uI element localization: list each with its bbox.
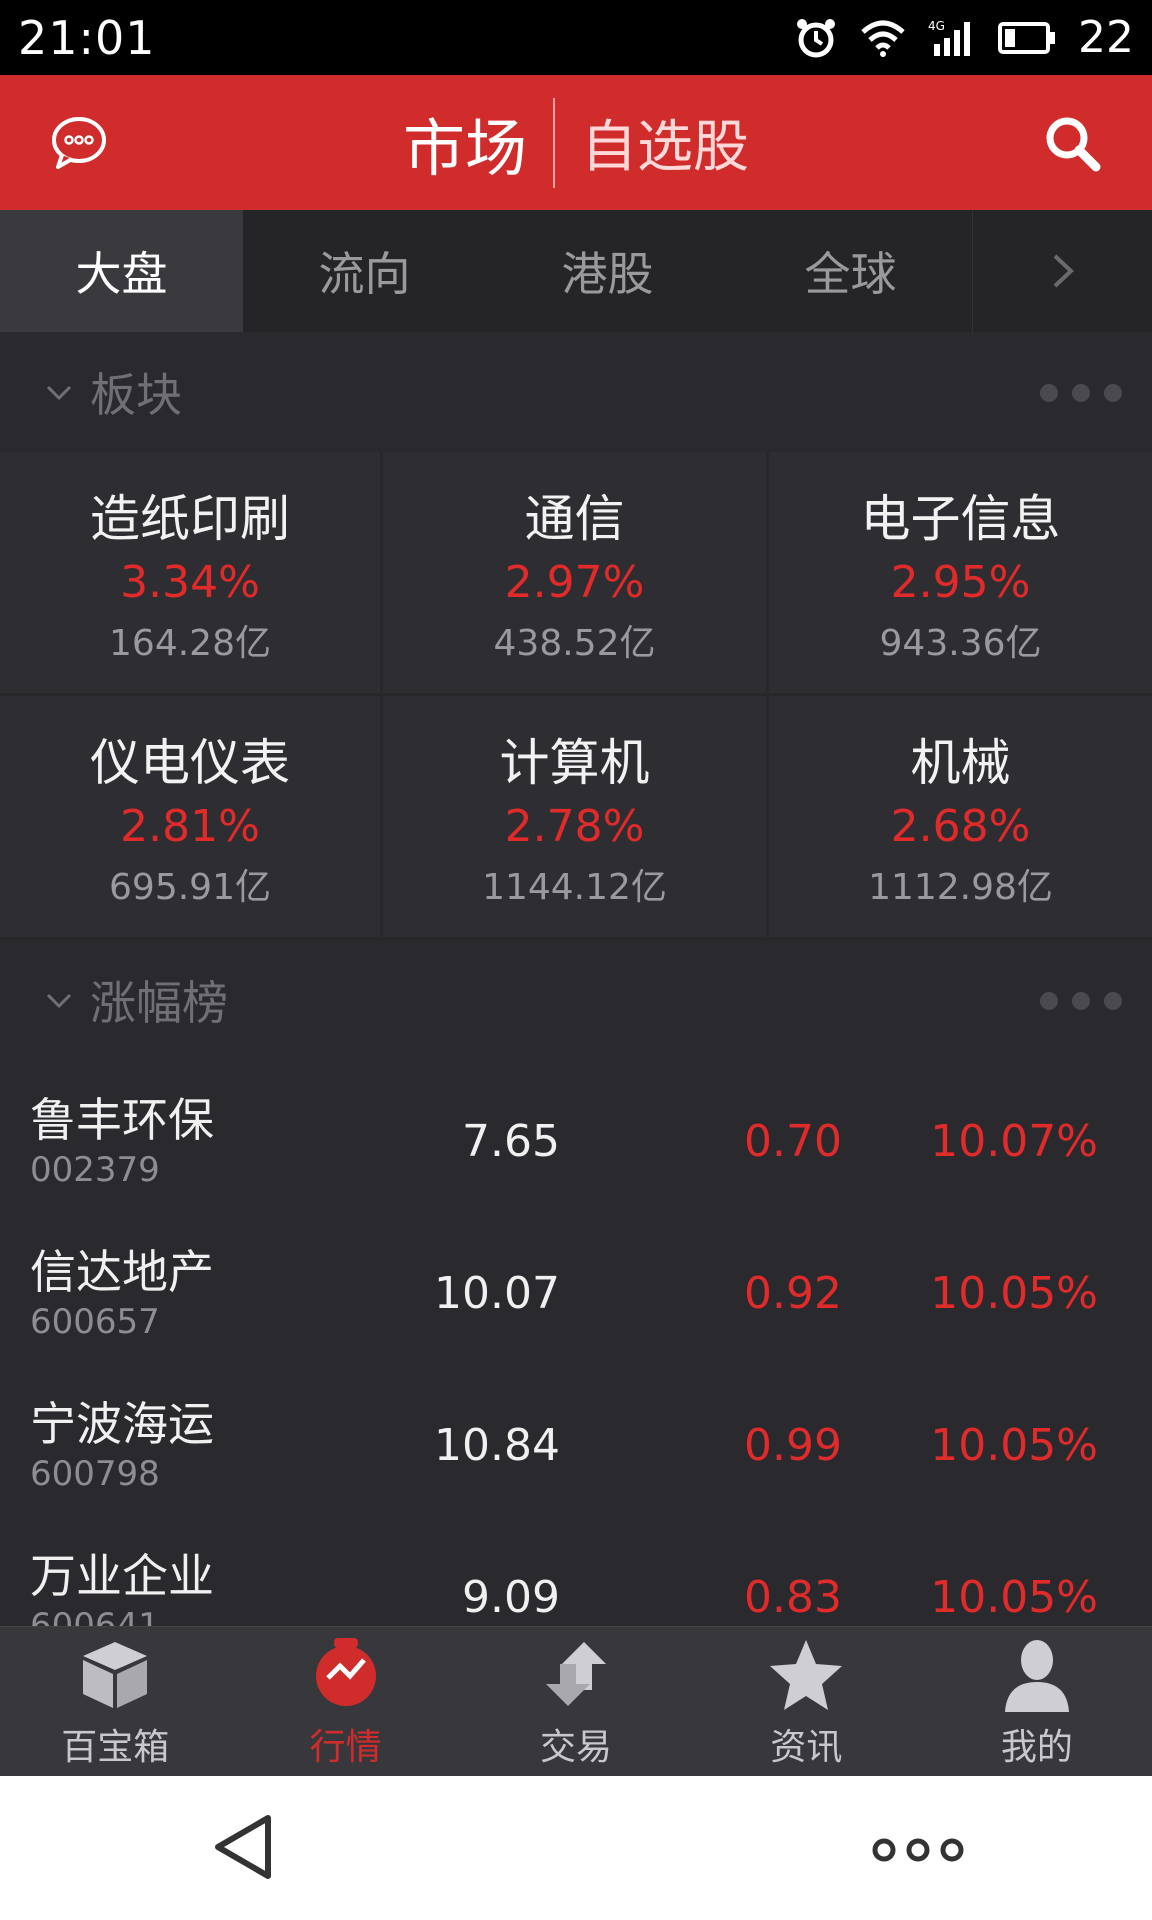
stock-price: 10.07 bbox=[434, 1268, 560, 1319]
nav-mine[interactable]: 我的 bbox=[922, 1627, 1152, 1776]
chevron-down-icon bbox=[46, 993, 72, 1009]
nav-label: 资讯 bbox=[770, 1726, 843, 1768]
gainers-list: 鲁丰环保 002379 7.65 0.70 10.07% 信达地产 600657… bbox=[0, 1060, 1152, 1626]
wifi-icon bbox=[861, 20, 905, 57]
nav-market[interactable]: 行情 bbox=[230, 1627, 460, 1776]
sector-amount: 695.91亿 bbox=[109, 867, 271, 908]
bottom-nav: 百宝箱 行情 交易 资讯 我的 bbox=[0, 1626, 1152, 1776]
message-bubble-icon[interactable] bbox=[50, 113, 108, 171]
more-dots-icon[interactable] bbox=[1040, 992, 1122, 1010]
stock-code: 002379 bbox=[30, 1150, 160, 1190]
gainers-section-header[interactable]: 涨幅榜 bbox=[0, 940, 1152, 1060]
more-dots-icon[interactable] bbox=[1040, 384, 1122, 402]
stock-change-pct: 10.05% bbox=[930, 1572, 1098, 1623]
sector-amount: 438.52亿 bbox=[493, 623, 656, 664]
trade-arrows-icon bbox=[546, 1641, 607, 1706]
sector-change: 2.68% bbox=[890, 801, 1031, 852]
sector-amount: 1144.12亿 bbox=[482, 867, 667, 908]
nav-label: 交易 bbox=[540, 1726, 613, 1768]
nav-news[interactable]: 资讯 bbox=[691, 1627, 921, 1776]
search-icon[interactable] bbox=[1042, 113, 1102, 173]
back-triangle-icon[interactable] bbox=[210, 1812, 276, 1882]
market-icon bbox=[315, 1637, 376, 1706]
header-tabs: 市场 自选股 bbox=[403, 97, 749, 188]
battery-icon bbox=[998, 21, 1055, 54]
stock-name: 鲁丰环保 bbox=[30, 1093, 214, 1147]
system-nav-bar bbox=[0, 1776, 1152, 1920]
stock-row[interactable]: 鲁丰环保 002379 7.65 0.70 10.07% bbox=[0, 1060, 1152, 1212]
stock-change: 0.99 bbox=[744, 1420, 842, 1471]
chevron-down-icon bbox=[46, 385, 72, 401]
sector-amount: 1112.98亿 bbox=[868, 867, 1053, 908]
stock-name: 信达地产 bbox=[30, 1245, 214, 1299]
sector-change: 3.34% bbox=[120, 557, 260, 608]
stock-name: 万业企业 bbox=[30, 1549, 214, 1603]
nav-toolbox[interactable]: 百宝箱 bbox=[0, 1627, 230, 1776]
tab-ganggu[interactable]: 港股 bbox=[486, 210, 729, 332]
sector-card[interactable]: 计算机 2.78% 1144.12亿 bbox=[383, 696, 769, 940]
section-title-gainers: 涨幅榜 bbox=[90, 976, 228, 1030]
sector-name: 电子信息 bbox=[860, 490, 1061, 548]
sector-amount: 943.36亿 bbox=[879, 623, 1042, 664]
stock-price: 9.09 bbox=[462, 1572, 560, 1623]
stock-row[interactable]: 宁波海运 600798 10.84 0.99 10.05% bbox=[0, 1364, 1152, 1516]
sector-change: 2.95% bbox=[890, 557, 1031, 608]
sector-name: 计算机 bbox=[499, 734, 650, 792]
stock-price: 10.84 bbox=[434, 1420, 560, 1471]
stock-row[interactable]: 信达地产 600657 10.07 0.92 10.05% bbox=[0, 1212, 1152, 1364]
sector-name: 造纸印刷 bbox=[90, 490, 290, 548]
sectors-section-header[interactable]: 板块 bbox=[0, 332, 1152, 452]
alarm-icon bbox=[797, 18, 835, 57]
stock-change-pct: 10.05% bbox=[930, 1268, 1098, 1319]
menu-dots-icon[interactable] bbox=[870, 1836, 966, 1864]
stock-change: 0.70 bbox=[744, 1116, 842, 1167]
sector-change: 2.81% bbox=[120, 801, 260, 852]
sector-card[interactable]: 电子信息 2.95% 943.36亿 bbox=[769, 452, 1152, 696]
nav-trade[interactable]: 交易 bbox=[461, 1627, 691, 1776]
sector-card[interactable]: 通信 2.97% 438.52亿 bbox=[383, 452, 769, 696]
stock-code: 600657 bbox=[30, 1302, 160, 1342]
box-icon bbox=[83, 1641, 148, 1708]
nav-label: 我的 bbox=[1000, 1726, 1073, 1768]
status-bar: 21:01 4G 22 bbox=[0, 0, 1152, 75]
stock-change: 0.83 bbox=[744, 1572, 842, 1623]
star-icon bbox=[770, 1639, 843, 1710]
sector-change: 2.78% bbox=[504, 801, 645, 852]
tab-favorites[interactable]: 自选股 bbox=[555, 102, 749, 183]
stock-price: 7.65 bbox=[462, 1116, 560, 1167]
sector-name: 通信 bbox=[524, 490, 625, 548]
sector-grid: 造纸印刷 3.34% 164.28亿 通信 2.97% 438.52亿 电子信息… bbox=[0, 452, 1152, 940]
category-tabs: 大盘 流向 港股 全球 bbox=[0, 210, 1152, 332]
sector-name: 仪电仪表 bbox=[90, 734, 290, 792]
sector-card[interactable]: 仪电仪表 2.81% 695.91亿 bbox=[0, 696, 383, 940]
sector-card[interactable]: 机械 2.68% 1112.98亿 bbox=[769, 696, 1152, 940]
sector-card[interactable]: 造纸印刷 3.34% 164.28亿 bbox=[0, 452, 383, 696]
tab-market[interactable]: 市场 bbox=[403, 98, 553, 188]
chevron-right-icon bbox=[1053, 254, 1074, 288]
stock-change-pct: 10.07% bbox=[930, 1116, 1098, 1167]
sector-change: 2.97% bbox=[504, 557, 645, 608]
stock-code: 600641 bbox=[30, 1606, 160, 1626]
stock-change-pct: 10.05% bbox=[930, 1420, 1098, 1471]
app-header: 市场 自选股 bbox=[0, 75, 1152, 210]
nav-label: 百宝箱 bbox=[61, 1726, 170, 1768]
sector-amount: 164.28亿 bbox=[109, 623, 271, 664]
stock-row[interactable]: 万业企业 600641 9.09 0.83 10.05% bbox=[0, 1516, 1152, 1626]
stock-code: 600798 bbox=[30, 1454, 160, 1494]
battery-level: 22 bbox=[1078, 12, 1134, 63]
tab-quanqiu[interactable]: 全球 bbox=[729, 210, 972, 332]
stock-name: 宁波海运 bbox=[30, 1397, 214, 1451]
signal-4g-icon: 4G bbox=[928, 19, 970, 56]
stock-change: 0.92 bbox=[744, 1268, 842, 1319]
section-title-sectors: 板块 bbox=[90, 368, 182, 422]
tab-liuxiang[interactable]: 流向 bbox=[243, 210, 486, 332]
tabs-more-button[interactable] bbox=[972, 210, 1152, 332]
nav-label: 行情 bbox=[309, 1726, 382, 1768]
tab-dapan[interactable]: 大盘 bbox=[0, 210, 243, 332]
status-icons: 4G 22 bbox=[794, 12, 1134, 63]
status-time: 21:01 bbox=[18, 10, 156, 65]
sector-name: 机械 bbox=[910, 734, 1011, 792]
person-icon bbox=[1004, 1639, 1069, 1712]
svg-text:4G: 4G bbox=[928, 19, 945, 33]
